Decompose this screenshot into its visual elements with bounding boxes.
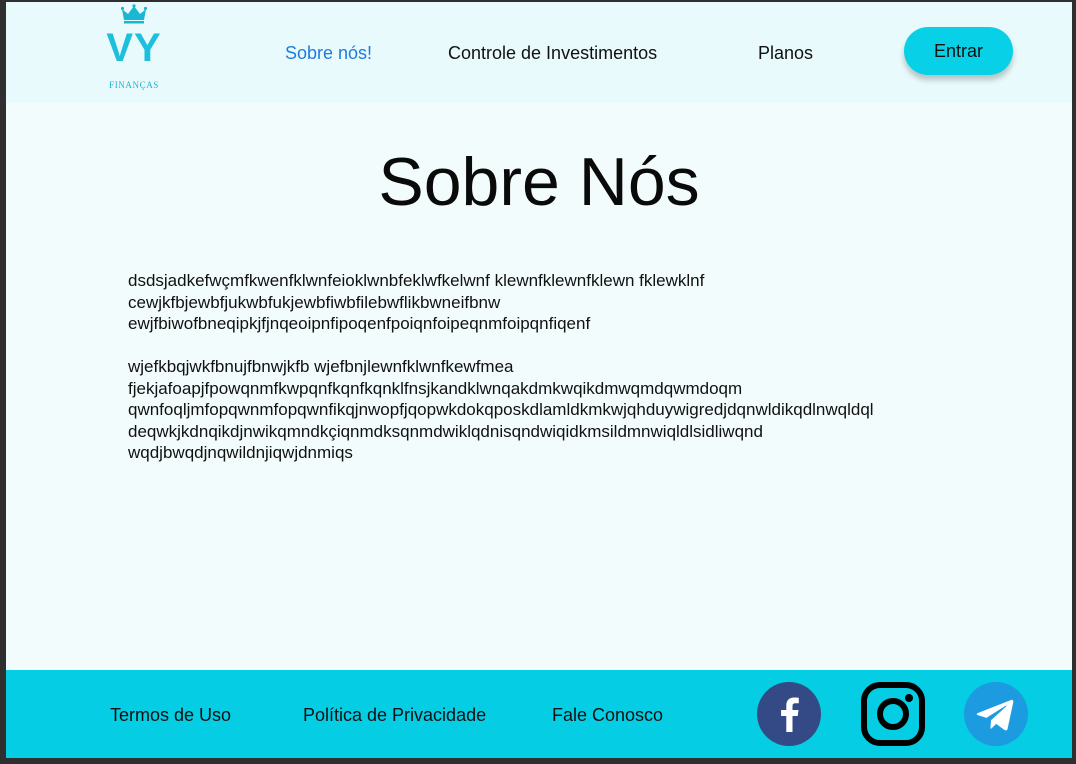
header: VY FINANÇAS Sobre nós! Controle de Inves… bbox=[6, 2, 1072, 103]
paragraph-line: cewjkfbjewbfjukwbfukjewbfiwbfilebwflikbw… bbox=[128, 292, 501, 312]
about-content: dsdsjadkefwçmfkwenfklwnfeioklwnbfeklwfke… bbox=[128, 270, 978, 485]
footer: Termos de Uso Política de Privacidade Fa… bbox=[6, 670, 1072, 758]
nav-plans[interactable]: Planos bbox=[758, 41, 813, 65]
paragraph: dsdsjadkefwçmfkwenfklwnfeioklwnbfeklwfke… bbox=[128, 270, 978, 335]
paragraph-line: dsdsjadkefwçmfkwenfklwnfeioklwnbfeklwfke… bbox=[128, 271, 705, 290]
privacy-policy-link[interactable]: Política de Privacidade bbox=[303, 703, 486, 727]
telegram-icon[interactable] bbox=[964, 682, 1028, 746]
logo-mark: VY bbox=[106, 26, 162, 70]
crown-icon bbox=[121, 4, 147, 24]
terms-of-use-link[interactable]: Termos de Uso bbox=[110, 703, 231, 727]
paragraph-line: qwnfoqljmfopqwnmfopqwnfikqjnwopfjqopwkdo… bbox=[128, 400, 874, 419]
paragraph-line: fjekjafoapjfpowqnmfkwpqnfkqnfkqnklfnsjka… bbox=[128, 378, 743, 398]
contact-us-link[interactable]: Fale Conosco bbox=[552, 703, 663, 727]
page: VY FINANÇAS Sobre nós! Controle de Inves… bbox=[6, 2, 1072, 758]
paragraph-line: ewjfbiwofbneqipkjfjnqeoipnfipoqenfpoiqnf… bbox=[128, 314, 591, 333]
paragraph-line: deqwkjkdnqikdjnwikqmndkçiqnmdksqnmdwiklq… bbox=[128, 421, 763, 441]
page-title: Sobre Nós bbox=[378, 144, 700, 220]
brand-logo[interactable]: VY FINANÇAS bbox=[98, 4, 170, 94]
nav-about[interactable]: Sobre nós! bbox=[285, 41, 372, 65]
paragraph: wjefkbqjwkfbnujfbnwjkfb wjefbnjlewnfklwn… bbox=[128, 356, 978, 464]
nav-investment-control[interactable]: Controle de Investimentos bbox=[448, 41, 657, 65]
instagram-icon[interactable] bbox=[861, 682, 925, 746]
logo-subtitle: FINANÇAS bbox=[109, 80, 159, 90]
login-button[interactable]: Entrar bbox=[904, 27, 1013, 75]
facebook-icon[interactable] bbox=[757, 682, 821, 746]
paragraph-line: wjefkbqjwkfbnujfbnwjkfb wjefbnjlewnfklwn… bbox=[128, 357, 514, 376]
paragraph-line: wqdjbwqdjnqwildnjiqwjdnmiqs bbox=[128, 443, 353, 462]
